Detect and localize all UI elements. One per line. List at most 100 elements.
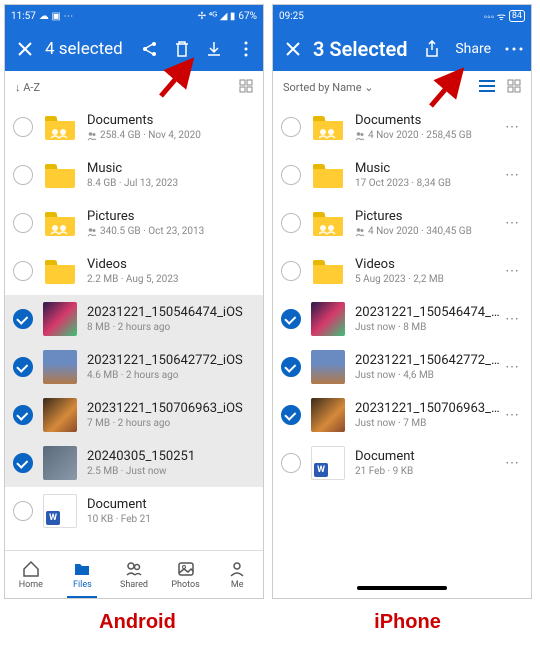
file-thumbnail <box>311 110 345 144</box>
checkbox[interactable] <box>13 213 33 233</box>
file-meta: Just now · 7 MB <box>355 418 501 429</box>
nav-me[interactable]: Me <box>211 551 263 598</box>
download-icon[interactable] <box>205 40 223 58</box>
app-bar: 3 Selected Share <box>273 27 531 71</box>
file-meta: 5 Aug 2023 · 2,2 MB <box>355 274 501 285</box>
file-row[interactable]: 20231221_150546474_iOSJust now · 8 MB⋯ <box>273 295 531 343</box>
status-battery: 67% <box>238 11 257 22</box>
file-list[interactable]: Documents 258.4 GB · Nov 4, 2020Music8.4… <box>5 103 263 550</box>
file-meta: 8 MB · 2 hours ago <box>87 322 255 333</box>
file-meta: 340.5 GB · Oct 23, 2013 <box>87 226 255 237</box>
file-name: 20231221_150642772_iOS <box>87 353 255 368</box>
file-name: Videos <box>87 257 255 272</box>
file-row[interactable]: Videos5 Aug 2023 · 2,2 MB⋯ <box>273 247 531 295</box>
row-more-icon[interactable]: ⋯ <box>501 215 523 231</box>
checkbox[interactable] <box>281 117 301 137</box>
file-thumbnail <box>311 446 345 480</box>
file-row[interactable]: 20231221_150642772_iOS4.6 MB · 2 hours a… <box>5 343 263 391</box>
file-row[interactable]: 20231221_150642772_iOSJust now · 4,6 MB⋯ <box>273 343 531 391</box>
file-row[interactable]: Document 10 KB · Feb 21 <box>5 487 263 535</box>
row-more-icon[interactable]: ⋯ <box>501 119 523 135</box>
file-meta: 7 MB · 2 hours ago <box>87 418 255 429</box>
share-icon[interactable] <box>141 40 159 58</box>
row-more-icon[interactable]: ⋯ <box>501 167 523 183</box>
checkbox[interactable] <box>13 165 33 185</box>
file-row[interactable]: Videos 2.2 MB · Aug 5, 2023 <box>5 247 263 295</box>
row-more-icon[interactable]: ⋯ <box>501 263 523 279</box>
file-row[interactable]: Music8.4 GB · Jul 13, 2023 <box>5 151 263 199</box>
file-row[interactable]: 20231221_150706963_iOS7 MB · 2 hours ago <box>5 391 263 439</box>
checkbox[interactable] <box>13 117 33 137</box>
file-row[interactable]: 20240305_150251 2.5 MB · Just now <box>5 439 263 487</box>
checkbox[interactable] <box>281 357 301 377</box>
grid-view-icon[interactable] <box>507 79 521 96</box>
file-name: 20231221_150546474_iOS <box>87 305 255 320</box>
checkbox[interactable] <box>281 261 301 281</box>
sort-button[interactable]: Sorted by Name ⌄ <box>283 81 373 94</box>
nav-home[interactable]: Home <box>5 551 57 598</box>
sort-row: Sorted by Name ⌄ <box>273 71 531 103</box>
delete-icon[interactable] <box>173 40 191 58</box>
file-meta: 2.5 MB · Just now <box>87 466 255 477</box>
nav-photos[interactable]: Photos <box>160 551 212 598</box>
file-thumbnail <box>311 302 345 336</box>
file-thumbnail <box>311 398 345 432</box>
file-meta: 21 Feb · 9 KB <box>355 466 501 477</box>
file-row[interactable]: Music17 Oct 2023 · 8,34 GB⋯ <box>273 151 531 199</box>
close-button[interactable] <box>281 40 305 58</box>
grid-view-icon[interactable] <box>239 79 253 96</box>
row-more-icon[interactable]: ⋯ <box>501 311 523 327</box>
file-meta: 8.4 GB · Jul 13, 2023 <box>87 178 255 189</box>
file-row[interactable]: Documents 4 Nov 2020 · 258,45 GB⋯ <box>273 103 531 151</box>
platform-labels: Android iPhone <box>0 611 540 634</box>
file-meta: 10 KB · Feb 21 <box>87 514 255 525</box>
file-row[interactable]: 20231221_150546474_iOS 8 MB · 2 hours ago <box>5 295 263 343</box>
sort-button[interactable]: ↓ A-Z <box>15 81 40 94</box>
share-label[interactable]: Share <box>455 41 491 57</box>
file-row[interactable]: Document 21 Feb · 9 KB⋯ <box>273 439 531 487</box>
label-iphone: iPhone <box>374 611 441 634</box>
close-button[interactable] <box>13 40 37 58</box>
file-thumbnail <box>311 158 345 192</box>
file-thumbnail <box>311 254 345 288</box>
file-row[interactable]: Pictures 340.5 GB · Oct 23, 2013 <box>5 199 263 247</box>
more-icon[interactable] <box>505 40 523 58</box>
file-row[interactable]: 20231221_150706963_iOSJust now · 7 MB⋯ <box>273 391 531 439</box>
file-thumbnail <box>43 350 77 384</box>
appbar-title: 3 Selected <box>305 37 423 61</box>
checkbox[interactable] <box>281 213 301 233</box>
row-more-icon[interactable]: ⋯ <box>501 359 523 375</box>
file-name: 20240305_150251 <box>87 449 255 464</box>
file-thumbnail <box>43 254 77 288</box>
file-thumbnail <box>43 494 77 528</box>
more-icon[interactable] <box>237 40 255 58</box>
checkbox[interactable] <box>281 309 301 329</box>
file-name: Documents <box>87 113 255 128</box>
checkbox[interactable] <box>13 501 33 521</box>
checkbox[interactable] <box>13 405 33 425</box>
nav-shared[interactable]: Shared <box>108 551 160 598</box>
checkbox[interactable] <box>13 261 33 281</box>
checkbox[interactable] <box>281 405 301 425</box>
app-bar: 4 selected <box>5 27 263 71</box>
checkbox[interactable] <box>13 357 33 377</box>
row-more-icon[interactable]: ⋯ <box>501 407 523 423</box>
checkbox[interactable] <box>281 453 301 473</box>
appbar-title: 4 selected <box>37 39 141 59</box>
file-row[interactable]: Documents 258.4 GB · Nov 4, 2020 <box>5 103 263 151</box>
label-android: Android <box>99 611 176 634</box>
list-view-icon[interactable] <box>479 79 495 96</box>
share-icon[interactable] <box>423 40 441 58</box>
checkbox[interactable] <box>281 165 301 185</box>
file-list[interactable]: Documents 4 Nov 2020 · 258,45 GB⋯Music17… <box>273 103 531 578</box>
row-more-icon[interactable]: ⋯ <box>501 455 523 471</box>
checkbox[interactable] <box>13 453 33 473</box>
home-indicator <box>273 578 531 598</box>
file-thumbnail <box>311 350 345 384</box>
checkbox[interactable] <box>13 309 33 329</box>
file-meta: 2.2 MB · Aug 5, 2023 <box>87 274 255 285</box>
file-name: Document <box>87 497 255 512</box>
nav-files[interactable]: Files <box>57 551 109 598</box>
file-row[interactable]: Pictures 4 Nov 2020 · 340,45 GB⋯ <box>273 199 531 247</box>
file-name: Document <box>355 449 501 464</box>
